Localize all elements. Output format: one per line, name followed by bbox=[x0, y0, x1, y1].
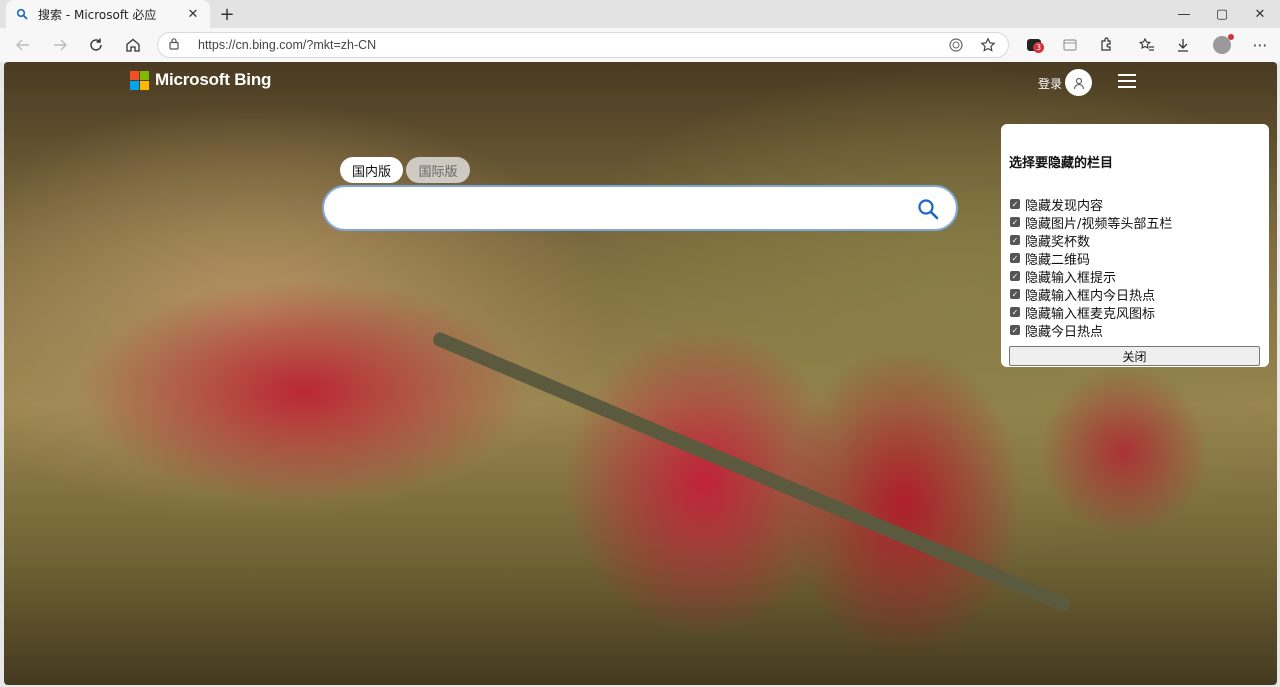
hide-option-row[interactable]: ✓ 隐藏今日热点 bbox=[1009, 321, 1261, 340]
hide-option-label: 隐藏输入框内今日热点 bbox=[1025, 288, 1156, 304]
bing-search-favicon-icon bbox=[14, 6, 30, 22]
logo-square bbox=[130, 70, 139, 80]
extensions-puzzle-icon[interactable] bbox=[1093, 33, 1119, 57]
tab-domestic[interactable]: 国内版 bbox=[340, 157, 403, 183]
user-avatar-icon[interactable] bbox=[1065, 69, 1092, 96]
checkbox-checked-icon[interactable]: ✓ bbox=[1010, 253, 1020, 263]
panel-title: 选择要隐藏的栏目 bbox=[1009, 156, 1114, 171]
extension-badge: 3 bbox=[1033, 42, 1044, 53]
more-options-icon[interactable]: ⋯ bbox=[1247, 33, 1273, 57]
panel-close-button[interactable]: 关闭 bbox=[1009, 346, 1260, 366]
back-arrow-icon[interactable] bbox=[10, 33, 36, 57]
minimize-button[interactable]: — bbox=[1165, 0, 1203, 28]
split-screen-icon[interactable] bbox=[1057, 33, 1083, 57]
hide-option-label: 隐藏输入框麦克风图标 bbox=[1025, 306, 1156, 322]
new-tab-button[interactable]: + bbox=[216, 4, 238, 25]
browser-toolbar: https://cn.bing.com/?mkt=zh-CN 3 ⋯ bbox=[0, 28, 1280, 62]
profile-avatar-icon[interactable] bbox=[1209, 33, 1235, 57]
maximize-button[interactable]: ▢ bbox=[1203, 0, 1241, 28]
extension-icon[interactable]: 3 bbox=[1021, 33, 1047, 57]
search-icon[interactable] bbox=[916, 197, 940, 221]
search-input[interactable] bbox=[336, 197, 896, 219]
tab-international[interactable]: 国际版 bbox=[406, 157, 470, 183]
checkbox-checked-icon[interactable]: ✓ bbox=[1010, 199, 1020, 209]
downloads-icon[interactable] bbox=[1170, 33, 1196, 57]
browser-tab-active[interactable]: 搜索 - Microsoft 必应 ✕ bbox=[6, 0, 210, 28]
hide-option-label: 隐藏奖杯数 bbox=[1025, 234, 1091, 250]
tab-title: 搜索 - Microsoft 必应 bbox=[38, 7, 157, 22]
logo-text: Microsoft Bing bbox=[155, 70, 272, 89]
checkbox-checked-icon[interactable]: ✓ bbox=[1010, 271, 1020, 281]
home-icon[interactable] bbox=[120, 33, 146, 57]
forward-arrow-icon[interactable] bbox=[47, 33, 73, 57]
checkbox-checked-icon[interactable]: ✓ bbox=[1010, 235, 1020, 245]
hide-sections-panel: 选择要隐藏的栏目 ✓ 隐藏发现内容 ✓ 隐藏图片/视频等头部五栏 ✓ 隐藏奖杯数 ✓ 隐藏二维… bbox=[1001, 124, 1269, 367]
hide-option-row[interactable]: ✓ 隐藏发现内容 bbox=[1009, 195, 1261, 214]
logo-square bbox=[140, 80, 149, 90]
logo-square bbox=[140, 70, 149, 80]
refresh-icon[interactable] bbox=[83, 33, 109, 57]
checkbox-checked-icon[interactable]: ✓ bbox=[1010, 217, 1020, 227]
bing-logo[interactable]: Microsoft Bing bbox=[130, 70, 271, 90]
hide-option-label: 隐藏发现内容 bbox=[1025, 198, 1104, 214]
checkbox-checked-icon[interactable]: ✓ bbox=[1010, 289, 1020, 299]
favorite-star-icon[interactable] bbox=[980, 37, 996, 57]
title-bar: 搜索 - Microsoft 必应 ✕ + — ▢ ✕ bbox=[0, 0, 1280, 28]
page-viewport: Microsoft Bing 登录 国内版 国际版 选择要隐藏的栏目 ✓ 隐藏发现… bbox=[4, 62, 1277, 685]
hide-option-label: 隐藏今日热点 bbox=[1025, 324, 1104, 340]
checkbox-checked-icon[interactable]: ✓ bbox=[1010, 325, 1020, 335]
lock-icon[interactable] bbox=[168, 37, 184, 53]
url-text: https://cn.bing.com/?mkt=zh-CN bbox=[198, 38, 377, 52]
tab-close-icon[interactable]: ✕ bbox=[184, 5, 202, 23]
hide-option-row[interactable]: ✓ 隐藏二维码 bbox=[1009, 249, 1261, 268]
hide-option-label: 隐藏图片/视频等头部五栏 bbox=[1025, 216, 1173, 232]
logo-square bbox=[130, 80, 139, 90]
hide-option-label: 隐藏二维码 bbox=[1025, 252, 1091, 268]
hide-option-row[interactable]: ✓ 隐藏输入框麦克风图标 bbox=[1009, 303, 1261, 322]
hide-option-row[interactable]: ✓ 隐藏输入框内今日热点 bbox=[1009, 285, 1261, 304]
hide-option-row[interactable]: ✓ 隐藏输入框提示 bbox=[1009, 267, 1261, 286]
hide-option-row[interactable]: ✓ 隐藏奖杯数 bbox=[1009, 231, 1261, 250]
search-box[interactable] bbox=[322, 185, 958, 231]
hamburger-menu-icon[interactable] bbox=[1118, 74, 1136, 88]
hide-option-label: 隐藏输入框提示 bbox=[1025, 270, 1117, 286]
translate-icon[interactable] bbox=[948, 37, 964, 57]
checkbox-checked-icon[interactable]: ✓ bbox=[1010, 307, 1020, 317]
login-link[interactable]: 登录 bbox=[1038, 75, 1062, 92]
microsoft-logo-icon bbox=[130, 70, 149, 90]
window-close-button[interactable]: ✕ bbox=[1241, 0, 1279, 28]
hide-option-row[interactable]: ✓ 隐藏图片/视频等头部五栏 bbox=[1009, 213, 1261, 232]
address-bar[interactable]: https://cn.bing.com/?mkt=zh-CN bbox=[157, 32, 1009, 58]
favorites-icon[interactable] bbox=[1134, 33, 1160, 57]
